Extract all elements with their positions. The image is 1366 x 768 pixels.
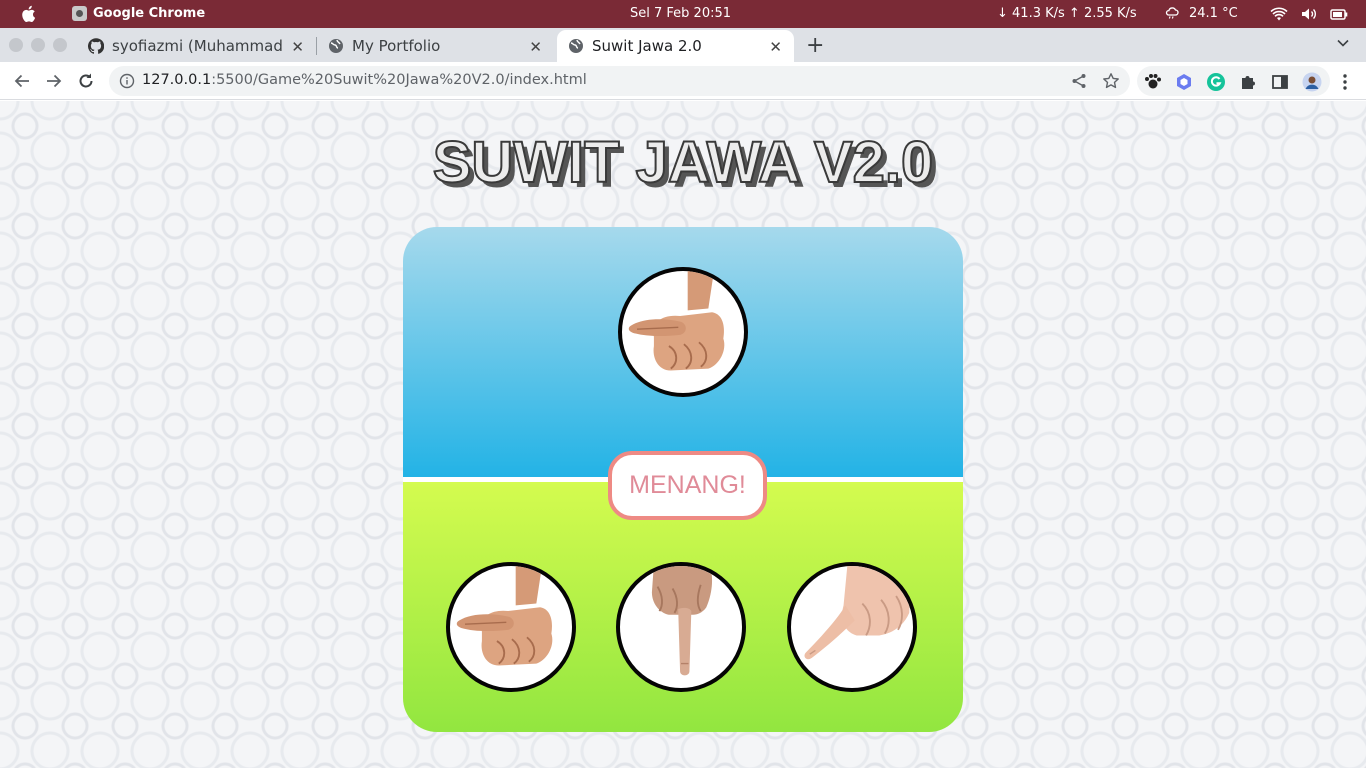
window-minimize-button[interactable] [31,38,45,52]
url-host: 127.0.0.1 [142,72,212,88]
globe-icon [569,39,583,53]
github-icon [88,38,104,54]
tab-suwit-jawa[interactable]: Suwit Jawa 2.0 ✕ [557,30,794,62]
apple-icon[interactable] [20,5,36,23]
thumb-hand-icon [628,271,725,371]
reload-icon[interactable] [76,71,96,91]
back-icon[interactable] [12,71,32,91]
tab-portfolio[interactable]: My Portfolio ✕ [318,30,554,62]
window-close-button[interactable] [9,38,23,52]
chrome-app-icon [72,6,87,21]
cloud-rain-icon [1165,7,1179,19]
share-icon[interactable] [1071,73,1087,89]
tab-separator [316,37,317,55]
grammarly-icon[interactable] [1206,72,1226,92]
url-path: :5500/Game%20Suwit%20Jawa%20V2.0/index.h… [211,72,587,88]
address-bar[interactable]: 127.0.0.1:5500/Game%20Suwit%20Jawa%20V2.… [109,66,1130,96]
profile-avatar-icon[interactable] [1302,72,1322,92]
window-maximize-button[interactable] [53,38,67,52]
os-top-bar: Google Chrome Sel 7 Feb 20:51 ↓ 41.3 K/s… [0,0,1366,28]
page-viewport: SUWIT JAWA V2.0 MENANG! [0,101,1366,768]
tab-label: My Portfolio [352,37,441,55]
side-panel-icon[interactable] [1270,72,1290,92]
player-choice-semut[interactable] [787,562,917,692]
pinky-finger-hand-icon [804,566,912,660]
forward-icon[interactable] [44,71,64,91]
result-badge: MENANG! [608,451,767,520]
hexagon-extension-icon[interactable] [1174,72,1194,92]
volume-icon[interactable] [1300,6,1318,22]
globe-icon [329,39,343,53]
temperature: 24.1 °C [1189,6,1238,21]
tab-label: syofiazmi (Muhammad [112,37,283,55]
close-tab-icon[interactable]: ✕ [291,38,304,56]
new-tab-button[interactable]: + [806,33,824,58]
tab-label: Suwit Jawa 2.0 [592,37,702,55]
thumb-hand-icon [456,566,553,666]
browser-toolbar: 127.0.0.1:5500/Game%20Suwit%20Jawa%20V2.… [0,62,1366,100]
system-tray[interactable] [1270,6,1348,22]
computer-choice-gajah [618,267,748,397]
player-choice-orang[interactable] [616,562,746,692]
bookmark-star-icon[interactable] [1102,72,1120,90]
wifi-icon[interactable] [1270,6,1288,22]
close-tab-icon[interactable]: ✕ [769,38,782,56]
active-app-name: Google Chrome [93,6,206,21]
info-icon[interactable] [119,73,135,89]
more-menu-icon[interactable] [1335,72,1355,92]
paw-extension-icon[interactable] [1143,72,1163,92]
player-choice-gajah[interactable] [446,562,576,692]
active-app[interactable]: Google Chrome [72,6,205,21]
chevron-down-icon[interactable] [1337,37,1349,49]
game-title: SUWIT JAWA V2.0 [432,129,935,196]
index-finger-hand-icon [651,566,713,676]
network-speed: ↓ 41.3 K/s ↑ 2.55 K/s [997,6,1137,21]
tab-strip: syofiazmi (Muhammad ✕ My Portfolio ✕ Suw… [0,28,1366,62]
close-tab-icon[interactable]: ✕ [529,38,542,56]
url-text[interactable]: 127.0.0.1:5500/Game%20Suwit%20Jawa%20V2.… [142,72,587,88]
puzzle-extensions-icon[interactable] [1238,72,1258,92]
tab-github[interactable]: syofiazmi (Muhammad ✕ [80,30,316,62]
battery-icon[interactable] [1330,6,1348,22]
clock[interactable]: Sel 7 Feb 20:51 [630,6,731,21]
